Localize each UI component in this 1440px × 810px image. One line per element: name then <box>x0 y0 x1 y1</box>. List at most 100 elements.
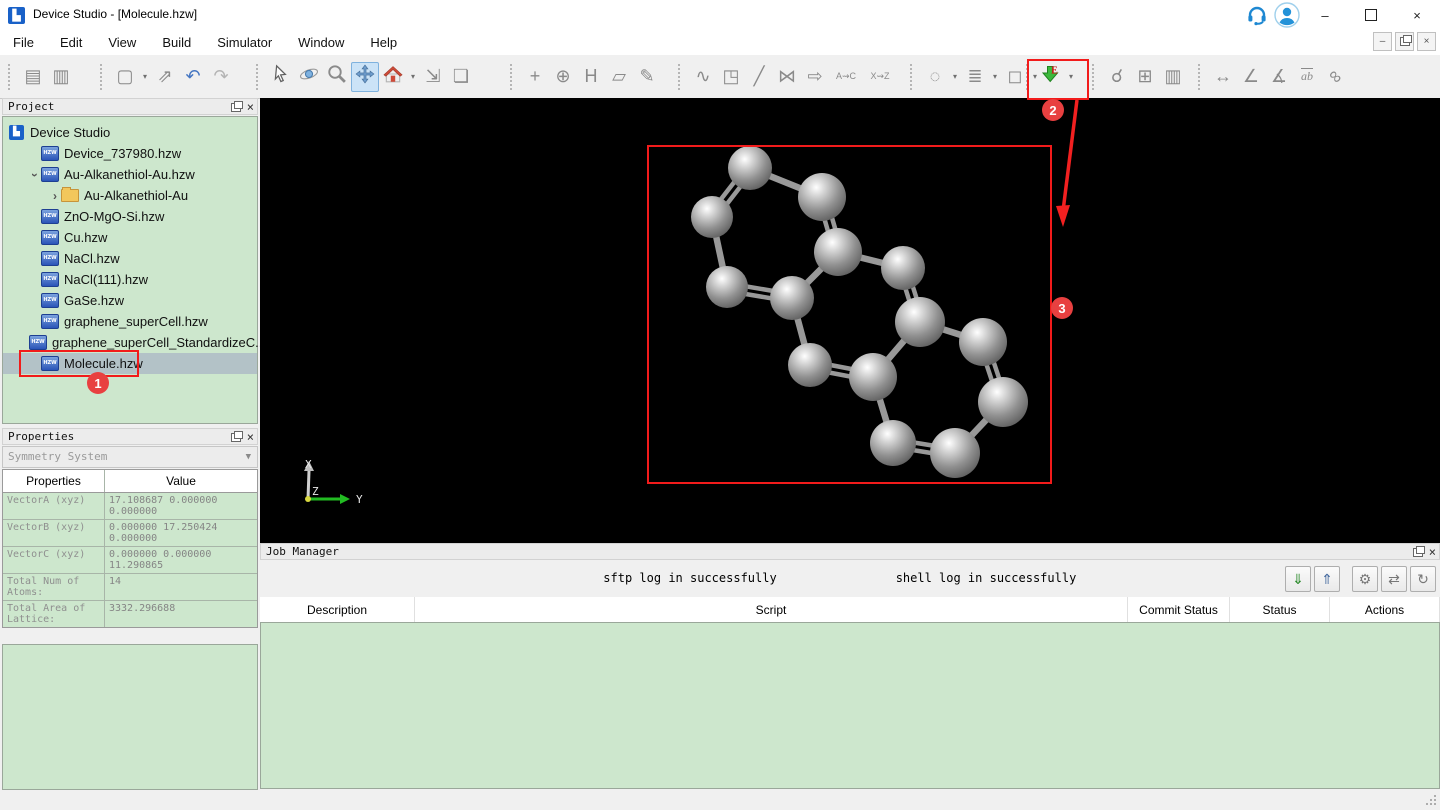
atom[interactable] <box>849 353 897 401</box>
expand-chevron-icon[interactable]: › <box>49 189 61 203</box>
tree-item-device-studio[interactable]: ▙ Device Studio <box>3 122 257 143</box>
adjust-structure-button[interactable]: ╱ <box>745 62 773 92</box>
select-cursor-button[interactable] <box>267 62 295 92</box>
home-view-dropdown[interactable]: ▾ <box>407 62 419 92</box>
menu-simulator[interactable]: Simulator <box>204 30 285 55</box>
user-account-icon[interactable] <box>1272 2 1302 28</box>
atom[interactable] <box>895 297 945 347</box>
toolbar-drag-handle[interactable] <box>100 63 107 90</box>
atom[interactable] <box>728 146 772 190</box>
atom[interactable] <box>788 343 832 387</box>
column-header-script[interactable]: Script <box>415 597 1128 622</box>
atom[interactable] <box>870 420 916 466</box>
select-cell-button[interactable]: ◻ <box>1001 62 1029 92</box>
tree-item-graphene-supercell[interactable]: HZW graphene_superCell.hzw <box>3 311 257 332</box>
properties-float-button[interactable] <box>230 430 243 442</box>
tree-item-molecule[interactable]: HZW Molecule.hzw <box>3 353 257 374</box>
lattice-vector-ab-button[interactable]: ab <box>1293 62 1321 92</box>
atom[interactable] <box>814 228 862 276</box>
toolbar-drag-handle[interactable] <box>1198 63 1205 90</box>
menu-help[interactable]: Help <box>357 30 410 55</box>
fetch-results-button[interactable]: ⇓ <box>1285 566 1311 592</box>
toolbar-drag-handle[interactable] <box>256 63 263 90</box>
refresh-jobs-button[interactable]: ↻ <box>1410 566 1436 592</box>
toolbar-drag-handle[interactable] <box>910 63 917 90</box>
export-to-simulator-dropdown[interactable]: ▾ <box>1065 62 1077 92</box>
menu-build[interactable]: Build <box>149 30 204 55</box>
tree-item-zno-mgo-si[interactable]: HZW ZnO-MgO-Si.hzw <box>3 206 257 227</box>
child-minimize-button[interactable]: – <box>1373 32 1392 51</box>
submit-job-button[interactable]: ⇑ <box>1314 566 1340 592</box>
measure-distance-button[interactable]: ↔ <box>1209 62 1237 92</box>
child-close-button[interactable]: × <box>1417 32 1436 51</box>
toolbar-drag-handle[interactable] <box>1026 63 1033 90</box>
tree-item-cu[interactable]: HZW Cu.hzw <box>3 227 257 248</box>
erase-button[interactable]: ▱ <box>605 62 633 92</box>
measure-dihedral-button[interactable]: ∡ <box>1265 62 1293 92</box>
select-atoms-dropdown[interactable]: ▾ <box>949 62 961 92</box>
select-molecule-button[interactable]: ≣ <box>961 62 989 92</box>
rename-elements-button[interactable]: A⇝C <box>829 62 863 92</box>
tree-item-graphene-supercell-standardize[interactable]: HZW graphene_superCell_StandardizeC... <box>3 332 266 353</box>
redo-button[interactable]: ↷ <box>207 62 235 92</box>
toolbar-drag-handle[interactable] <box>678 63 685 90</box>
atom[interactable] <box>706 266 748 308</box>
add-hydrogen-button[interactable]: H <box>577 62 605 92</box>
job-manager-float-button[interactable] <box>1412 545 1425 557</box>
tile-windows-button[interactable]: ❏ <box>447 62 475 92</box>
tree-item-device-737980[interactable]: HZW Device_737980.hzw <box>3 143 257 164</box>
menu-view[interactable]: View <box>95 30 149 55</box>
draw-bond-button[interactable]: ✎ <box>633 62 661 92</box>
project-float-button[interactable] <box>230 100 243 112</box>
undo-button[interactable]: ↶ <box>179 62 207 92</box>
tree-item-gase[interactable]: HZW GaSe.hzw <box>3 290 257 311</box>
tree-item-nacl[interactable]: HZW NaCl.hzw <box>3 248 257 269</box>
job-settings-button[interactable]: ⚙ <box>1352 566 1378 592</box>
tree-item-nacl-111[interactable]: HZW NaCl(111).hzw <box>3 269 257 290</box>
toolbar-drag-handle[interactable] <box>510 63 517 90</box>
toolbar-drag-handle[interactable] <box>1092 63 1099 90</box>
toolbar-drag-handle[interactable] <box>8 63 15 90</box>
maximize-button[interactable] <box>1348 1 1394 30</box>
zoom-view-button[interactable] <box>323 62 351 92</box>
atom[interactable] <box>959 318 1007 366</box>
tree-item-au-alkanethiol-au-folder[interactable]: › Au-Alkanethiol-Au <box>3 185 257 206</box>
add-fragment-button[interactable]: ⊕ <box>549 62 577 92</box>
export-file-button[interactable]: ⇗ <box>151 62 179 92</box>
column-header-commit-status[interactable]: Commit Status <box>1128 597 1230 622</box>
add-atom-button[interactable]: + <box>521 62 549 92</box>
menu-edit[interactable]: Edit <box>47 30 95 55</box>
mirror-button[interactable]: ⋈ <box>773 62 801 92</box>
atom[interactable] <box>881 246 925 290</box>
bond-length-button[interactable]: ∞ <box>1321 62 1349 92</box>
atom[interactable] <box>930 428 980 478</box>
home-view-button[interactable] <box>379 62 407 92</box>
column-header-status[interactable]: Status <box>1230 597 1330 622</box>
atom[interactable] <box>770 276 814 320</box>
build-supercell-button[interactable]: ⊞ <box>1131 62 1159 92</box>
atom[interactable] <box>691 196 733 238</box>
menu-window[interactable]: Window <box>285 30 357 55</box>
child-restore-button[interactable] <box>1395 32 1414 51</box>
select-molecule-dropdown[interactable]: ▾ <box>989 62 1001 92</box>
column-header-actions[interactable]: Actions <box>1330 597 1440 622</box>
symmetry-system-combo[interactable]: Symmetry System ▼ <box>2 446 258 468</box>
new-file-dropdown[interactable]: ▾ <box>139 62 151 92</box>
new-file-button[interactable]: ▢ <box>111 62 139 92</box>
build-cluster-button[interactable]: ☌ <box>1103 62 1131 92</box>
minimize-button[interactable]: – <box>1302 1 1348 30</box>
menu-file[interactable]: File <box>0 30 47 55</box>
job-manager-close-button[interactable]: × <box>1429 546 1436 558</box>
edit-coordinates-button[interactable]: X⇝Z <box>863 62 897 92</box>
close-button[interactable]: × <box>1394 1 1440 30</box>
fit-view-button[interactable]: ⇲ <box>419 62 447 92</box>
viewport-3d[interactable]: X Y Z <box>260 98 1440 543</box>
tree-item-au-alkanethiol-au-hzw[interactable]: › HZW Au-Alkanethiol-Au.hzw <box>3 164 257 185</box>
support-headset-icon[interactable] <box>1242 2 1272 28</box>
select-atoms-button[interactable]: ◌ <box>921 62 949 92</box>
open-project-button[interactable]: ▤ <box>19 62 47 92</box>
pan-view-button[interactable] <box>351 61 379 92</box>
edit-bond-button[interactable]: ∿ <box>689 62 717 92</box>
move-atom-button[interactable]: ◳ <box>717 62 745 92</box>
save-button[interactable]: ▥ <box>47 62 75 92</box>
